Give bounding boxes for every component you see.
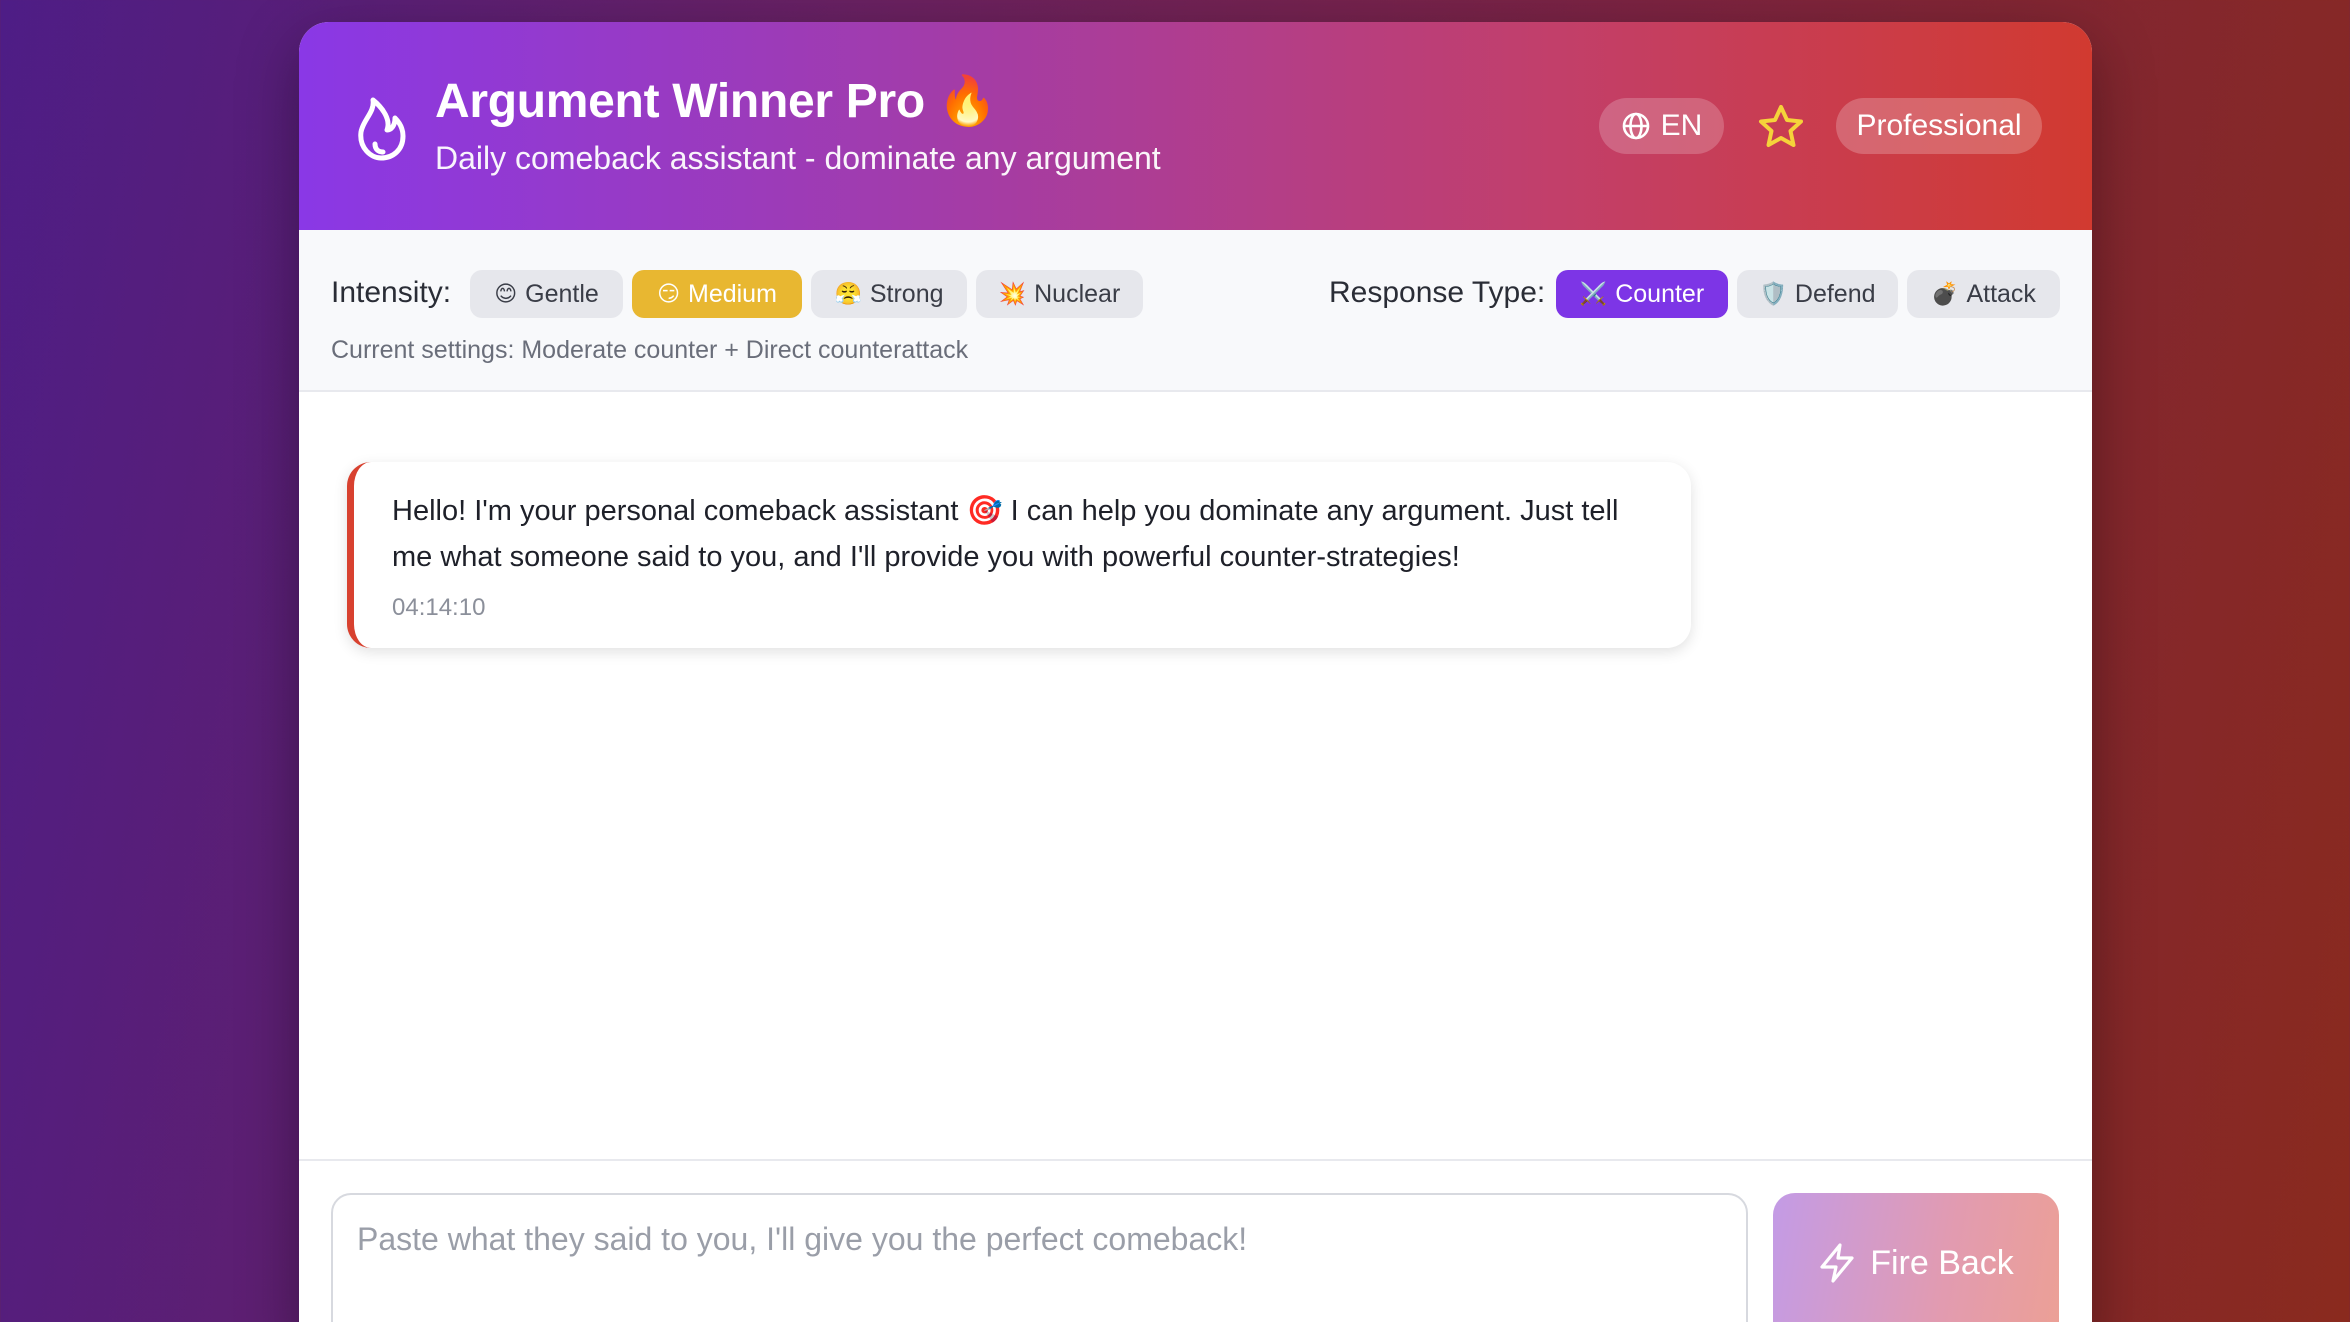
plan-badge[interactable]: Professional xyxy=(1836,98,2042,154)
intensity-label: Intensity: xyxy=(331,276,452,309)
app-window: Argument Winner Pro 🔥 Daily comeback ass… xyxy=(299,22,2092,1322)
message-text: Hello! I'm your personal comeback assist… xyxy=(392,495,1619,573)
intensity-option-label: Strong xyxy=(869,279,944,308)
fire-back-button[interactable]: Fire Back xyxy=(1773,1193,2059,1322)
star-icon xyxy=(1759,105,1803,147)
response-type-label: Response Type: xyxy=(1329,276,1546,309)
current-settings-text: Current settings: Moderate counter + Dir… xyxy=(331,336,969,364)
intensity-option-gentle[interactable]: 😊 Gentle xyxy=(470,270,623,318)
message-timestamp: 04:14:10 xyxy=(392,594,486,621)
response-option-label: Counter xyxy=(1615,279,1705,308)
steam-face-emoji-icon: 😤 xyxy=(834,281,862,306)
favorite-button[interactable] xyxy=(1756,102,1806,152)
assistant-message: Hello! I'm your personal comeback assist… xyxy=(347,462,1691,648)
flame-outline-icon xyxy=(358,97,406,161)
intensity-option-label: Medium xyxy=(688,279,777,308)
crossed-swords-emoji-icon: ⚔️ xyxy=(1579,281,1608,306)
intensity-option-label: Gentle xyxy=(525,279,599,308)
language-label: EN xyxy=(1660,109,1703,142)
explosion-emoji-icon: 💥 xyxy=(998,281,1027,306)
app-header: Argument Winner Pro 🔥 Daily comeback ass… xyxy=(299,22,2092,230)
chat-area[interactable]: Hello! I'm your personal comeback assist… xyxy=(299,392,2092,1182)
smile-emoji-icon: 😊 xyxy=(494,281,518,306)
comeback-input[interactable] xyxy=(331,1193,1748,1322)
app-subtitle: Daily comeback assistant - dominate any … xyxy=(435,140,1161,176)
intensity-option-label: Nuclear xyxy=(1034,279,1121,308)
lightning-icon xyxy=(1820,1243,1854,1283)
bomb-emoji-icon: 💣 xyxy=(1931,281,1959,306)
response-option-defend[interactable]: 🛡️ Defend xyxy=(1737,270,1898,318)
intensity-option-strong[interactable]: 😤 Strong xyxy=(811,270,967,318)
composer: Fire Back xyxy=(299,1159,2092,1322)
response-option-label: Attack xyxy=(1966,279,2036,308)
smirk-emoji-icon: 😏 xyxy=(657,281,680,306)
settings-bar: Intensity: 😊 Gentle 😏 Medium 😤 Strong 💥 … xyxy=(299,230,2092,392)
language-button[interactable]: EN xyxy=(1599,98,1724,154)
response-option-label: Defend xyxy=(1794,279,1876,308)
intensity-option-nuclear[interactable]: 💥 Nuclear xyxy=(976,270,1143,318)
shield-emoji-icon: 🛡️ xyxy=(1759,281,1787,306)
response-option-attack[interactable]: 💣 Attack xyxy=(1907,270,2060,318)
app-title: Argument Winner Pro 🔥 xyxy=(435,75,998,128)
fire-back-label: Fire Back xyxy=(1870,1243,2014,1282)
response-option-counter[interactable]: ⚔️ Counter xyxy=(1556,270,1728,318)
globe-icon xyxy=(1622,112,1649,140)
intensity-option-medium[interactable]: 😏 Medium xyxy=(632,270,802,318)
